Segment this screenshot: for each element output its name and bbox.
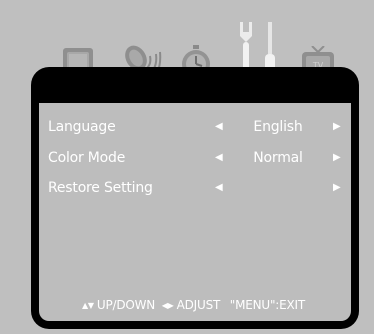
right-arrow-icon[interactable]: ▶ xyxy=(333,115,341,139)
navigation-hint-bar: ▲▼ UP/DOWN ◀▶ ADJUST "MENU":EXIT xyxy=(39,295,351,315)
left-right-icon: ◀▶ xyxy=(161,301,174,310)
menu-value: English xyxy=(253,119,303,135)
menu-label: Restore Setting xyxy=(48,180,153,196)
up-down-icon: ▲▼ xyxy=(81,301,94,310)
right-arrow-icon[interactable]: ▶ xyxy=(333,146,341,170)
exit-hint: "MENU":EXIT xyxy=(229,298,306,312)
menu-label: Color Mode xyxy=(48,150,126,166)
adjust-hint: ADJUST xyxy=(176,298,221,312)
menu-row-color-mode[interactable]: Color Mode ◀ Normal ▶ xyxy=(39,146,351,170)
menu-value: Normal xyxy=(253,150,303,166)
left-arrow-icon[interactable]: ◀ xyxy=(215,146,223,170)
left-arrow-icon[interactable]: ◀ xyxy=(215,115,223,139)
updown-hint: UP/DOWN xyxy=(96,298,156,312)
left-arrow-icon[interactable]: ◀ xyxy=(215,176,223,200)
menu-row-restore-setting[interactable]: Restore Setting ◀ ▶ xyxy=(39,176,351,200)
menu-label: Language xyxy=(48,119,116,135)
menu-row-language[interactable]: Language ◀ English ▶ xyxy=(39,115,351,139)
right-arrow-icon[interactable]: ▶ xyxy=(333,176,341,200)
setup-menu-panel: Language ◀ English ▶ Color Mode ◀ Normal… xyxy=(39,103,351,321)
